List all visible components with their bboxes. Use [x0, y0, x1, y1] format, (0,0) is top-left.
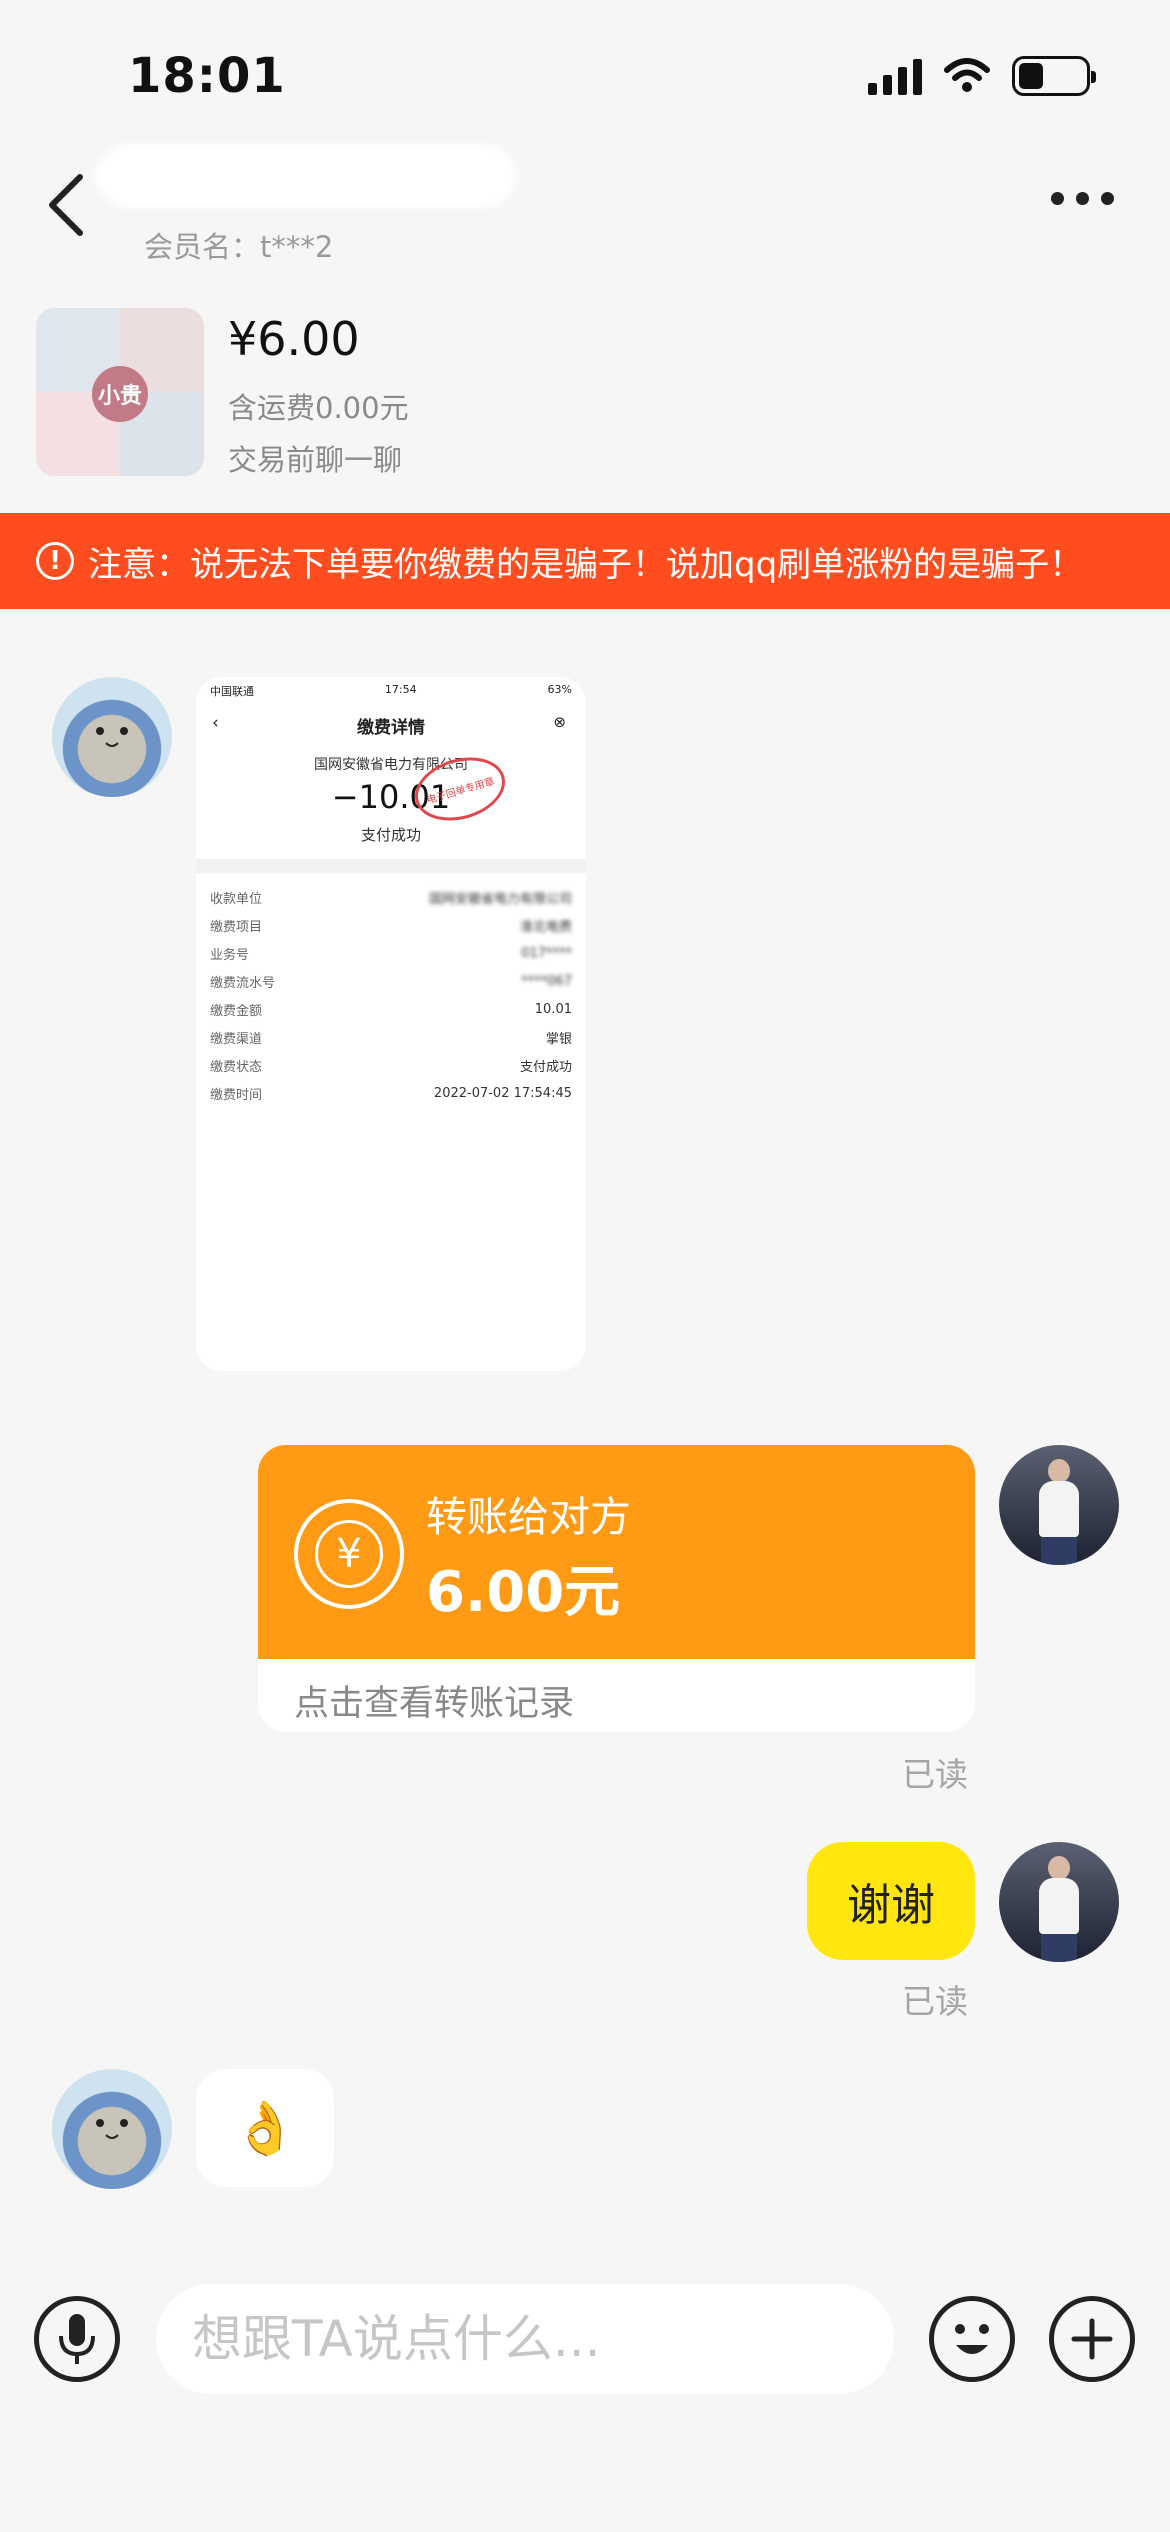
product-badge: 小贵 — [92, 366, 148, 422]
member-name: 会员名：t***2 — [144, 230, 334, 264]
fraud-warning-banner: ! 注意：说无法下单要你缴费的是骗子！说加qq刷单涨粉的是骗子！ — [0, 513, 1170, 609]
emoji-message-bubble[interactable]: 👌 — [196, 2069, 334, 2187]
plus-icon[interactable] — [1049, 2296, 1135, 2382]
product-note: 交易前聊一聊 — [228, 443, 403, 477]
product-thumbnail[interactable]: 小贵 — [36, 308, 204, 476]
read-receipt: 已读 — [902, 1755, 968, 1794]
transfer-amount: 6.00元 — [426, 1560, 621, 1625]
yuan-transfer-icon: ¥ — [294, 1499, 404, 1609]
product-shipping: 含运费0.00元 — [228, 391, 409, 425]
warning-text: 注意：说无法下单要你缴费的是骗子！说加qq刷单涨粉的是骗子！ — [88, 544, 1084, 585]
my-avatar[interactable] — [999, 1445, 1119, 1565]
battery-icon — [1012, 56, 1096, 96]
ss-close-icon: ⊗ — [553, 713, 566, 731]
other-avatar[interactable] — [52, 677, 172, 797]
ss-time: 17:54 — [384, 683, 417, 696]
ss-row: 缴费渠道 掌银 — [210, 1031, 572, 1047]
ss-payee: 国网安徽省电力有限公司 — [314, 757, 468, 773]
transfer-card[interactable]: ¥ 转账给对方 6.00元 点击查看转账记录 — [258, 1445, 975, 1732]
back-icon[interactable] — [38, 165, 98, 245]
status-time: 18:01 — [128, 48, 286, 104]
ss-amount: −10.01 — [331, 778, 451, 816]
ss-row: 缴费时间 2022-07-02 17:54:45 — [210, 1085, 572, 1103]
more-icon[interactable] — [1051, 192, 1114, 205]
ss-row: 缴费流水号 ****067 — [210, 973, 572, 991]
transfer-record-link[interactable]: 点击查看转账记录 — [294, 1675, 574, 1726]
ss-row: 业务号 017**** — [210, 945, 572, 963]
ss-battery: 63% — [547, 683, 572, 696]
status-icons — [868, 56, 1096, 96]
ss-title: 缴费详情 — [357, 718, 425, 738]
message-input[interactable] — [156, 2284, 894, 2394]
ss-status: 支付成功 — [360, 826, 421, 844]
microphone-icon[interactable] — [34, 2296, 120, 2382]
ss-detail-list: 收款单位 国网安徽省电力有限公司 缴费项目 淮北电费 业务号 017**** 缴费流水… — [196, 873, 586, 1117]
signal-icon — [868, 57, 922, 95]
warning-icon: ! — [36, 542, 74, 580]
wifi-icon — [944, 58, 990, 92]
ss-row: 缴费金额 10.01 — [210, 1001, 572, 1019]
ss-back-icon: ‹ — [212, 713, 219, 733]
product-price: ¥6.00 — [228, 312, 360, 366]
read-receipt: 已读 — [902, 1982, 968, 2021]
nav-title-redacted — [96, 145, 516, 207]
emoji-icon[interactable] — [929, 2296, 1015, 2382]
payment-screenshot-message[interactable]: 中国联通 17:54 63% ‹ 缴费详情 ⊗ 国网安徽省电力有限公司 −10.… — [196, 677, 586, 1371]
transfer-label: 转账给对方 — [426, 1493, 631, 1541]
other-avatar[interactable] — [52, 2069, 172, 2189]
ss-row: 缴费状态 支付成功 — [210, 1059, 572, 1075]
ss-row: 收款单位 国网安徽省电力有限公司 — [210, 891, 572, 907]
message-bubble[interactable]: 谢谢 — [807, 1842, 975, 1960]
ss-carrier: 中国联通 — [210, 685, 254, 698]
my-avatar[interactable] — [999, 1842, 1119, 1962]
ss-row: 缴费项目 淮北电费 — [210, 919, 572, 935]
